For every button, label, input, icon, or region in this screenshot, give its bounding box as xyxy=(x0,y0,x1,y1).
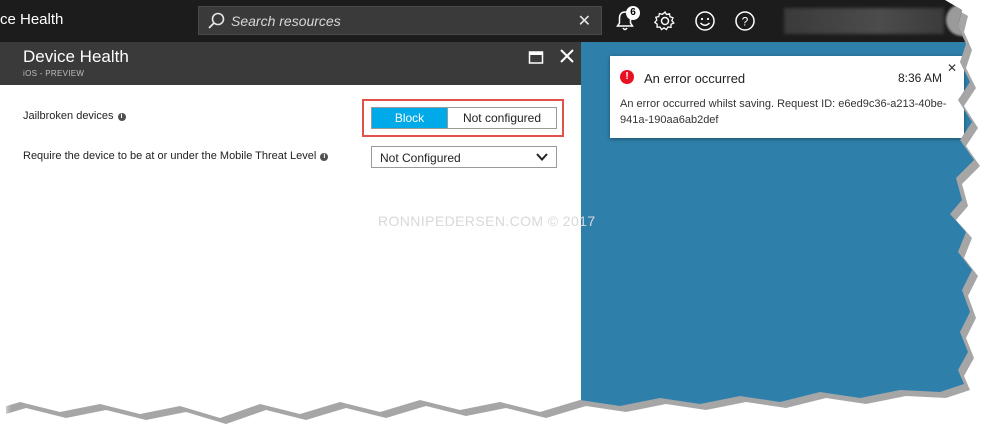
svg-text:?: ? xyxy=(742,15,749,29)
threat-level-label: Require the device to be at or under the… xyxy=(23,150,317,162)
blade-header: Device Health iOS - PREVIEW xyxy=(0,42,581,85)
settings-button[interactable] xyxy=(647,6,683,36)
portal-title: ce Health xyxy=(0,11,64,28)
blade-subtitle: iOS - PREVIEW xyxy=(23,69,85,78)
threat-level-value: Not Configured xyxy=(380,151,461,165)
help-icon: ? xyxy=(735,11,755,31)
chevron-down-icon xyxy=(536,153,548,161)
info-icon[interactable]: i xyxy=(117,113,126,121)
notification-message: An error occurred whilst saving. Request… xyxy=(620,98,947,126)
search-box[interactable]: ✕ xyxy=(198,6,602,35)
account-name-blurred[interactable] xyxy=(784,8,944,34)
search-icon xyxy=(208,12,225,29)
threat-level-dropdown[interactable]: Not Configured xyxy=(371,146,557,168)
maximize-icon[interactable] xyxy=(528,50,544,66)
device-health-blade: Device Health iOS - PREVIEW Jailbroken d… xyxy=(0,42,581,418)
jailbroken-toggle[interactable]: Block Not configured xyxy=(371,107,557,129)
info-icon[interactable]: i xyxy=(320,153,329,161)
toggle-option-not-configured[interactable]: Not configured xyxy=(447,108,556,128)
blade-title: Device Health xyxy=(23,47,129,66)
notification-time: 8:36 AM xyxy=(898,71,943,85)
top-bar: ce Health ✕ 6 xyxy=(0,0,974,42)
feedback-button[interactable] xyxy=(687,6,723,36)
screenshot: ce Health ✕ 6 xyxy=(0,0,974,418)
notification-count-badge: 6 xyxy=(626,6,640,20)
error-notification: ! An error occurred 8:36 AM ✕ An error o… xyxy=(610,56,964,138)
error-icon: ! xyxy=(620,70,634,84)
notification-title: An error occurred xyxy=(644,71,746,86)
threat-label-row: Require the device to be at or under the… xyxy=(23,150,329,162)
clear-search-icon[interactable]: ✕ xyxy=(578,11,591,31)
gear-icon xyxy=(654,10,675,31)
help-button[interactable]: ? xyxy=(727,6,763,36)
toggle-option-block[interactable]: Block xyxy=(372,108,447,128)
jailbroken-label-row: Jailbroken devices i xyxy=(23,110,126,122)
smiley-icon xyxy=(695,11,715,31)
jailbroken-label: Jailbroken devices xyxy=(23,110,114,122)
search-input[interactable] xyxy=(231,11,571,31)
watermark: RONNIPEDERSEN.COM © 2017 xyxy=(378,213,596,229)
close-icon[interactable] xyxy=(558,47,576,65)
notifications-button[interactable]: 6 xyxy=(607,6,643,36)
close-notification-icon[interactable]: ✕ xyxy=(947,61,957,75)
